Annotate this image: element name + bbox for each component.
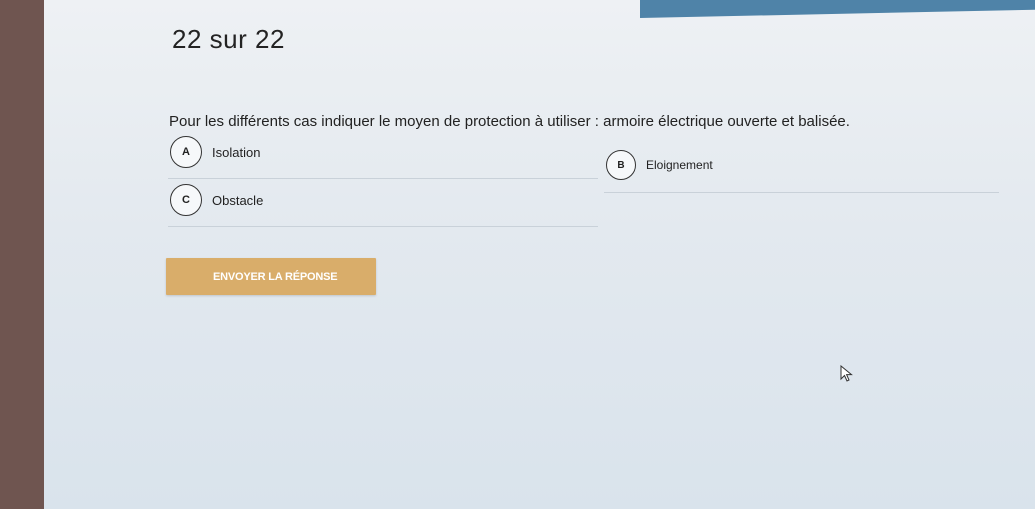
option-divider <box>604 192 999 193</box>
option-divider <box>168 178 598 179</box>
option-label: Isolation <box>212 144 261 160</box>
option-letter-badge: C <box>170 184 202 216</box>
question-counter: 22 sur 22 <box>172 24 285 54</box>
option-letter-badge: B <box>606 150 636 180</box>
quiz-screen <box>44 0 1035 509</box>
mouse-cursor-icon <box>840 365 853 382</box>
question-text: Pour les différents cas indiquer le moye… <box>169 113 850 130</box>
option-letter-badge: A <box>170 136 202 168</box>
option-label: Eloignement <box>646 158 713 172</box>
answer-option-b[interactable]: B Eloignement <box>606 150 713 180</box>
monitor-bezel <box>0 0 44 509</box>
submit-answer-button[interactable]: ENVOYER LA RÉPONSE <box>166 258 376 295</box>
option-divider <box>168 226 598 227</box>
option-label: Obstacle <box>212 192 264 208</box>
photo-frame: 22 sur 22 Pour les différents cas indiqu… <box>0 0 1035 509</box>
answer-option-c[interactable]: C Obstacle <box>170 184 263 216</box>
answer-option-a[interactable]: A Isolation <box>170 136 260 168</box>
